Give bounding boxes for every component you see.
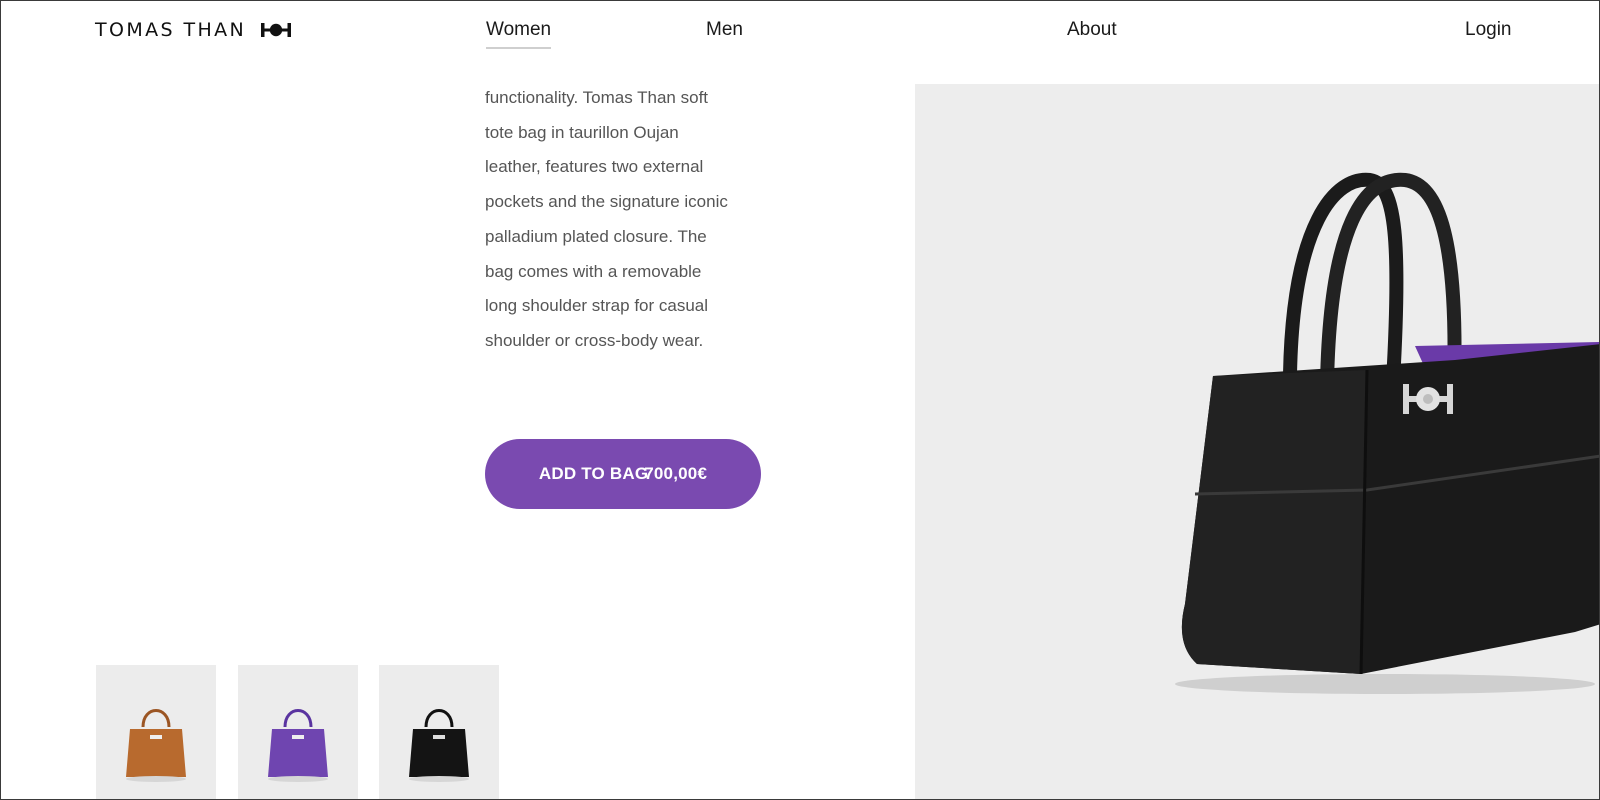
product-price: 700,00€ xyxy=(644,464,708,483)
description-line: bag comes with a removable xyxy=(485,261,702,281)
brand-name: TOMAS THAN xyxy=(95,19,247,41)
purple-tote-bag-thumbnail xyxy=(268,709,328,782)
description-line: shoulder or cross-body wear. xyxy=(485,330,704,350)
description-line: functionality. Tomas Than soft xyxy=(485,88,709,107)
nav-about[interactable]: About xyxy=(1067,19,1117,41)
nav-login[interactable]: Login xyxy=(1465,19,1512,41)
add-to-bag-label: ADD TO BAG xyxy=(538,464,649,483)
description-line: long shoulder strap for casual xyxy=(485,296,709,316)
description-line: tote bag in taurillon Oujan xyxy=(485,122,679,142)
description-line: palladium plated closure. The xyxy=(485,226,707,246)
product-description: functionality. Tomas Than soft tote bag … xyxy=(485,81,785,359)
tomas-than-monogram-icon xyxy=(261,23,292,37)
nav-men[interactable]: Men xyxy=(706,19,743,41)
brand-logo[interactable]: TOMAS THAN xyxy=(95,19,292,41)
product-image-panel xyxy=(915,84,1599,799)
thumbnail-black[interactable] xyxy=(379,665,499,799)
black-tote-bag-image xyxy=(1175,172,1599,694)
thumbnail-tan[interactable] xyxy=(96,665,216,799)
site-header: TOMAS THAN Women Men About Login xyxy=(1,1,1599,61)
thumbnail-purple[interactable] xyxy=(238,665,358,799)
nav-women[interactable]: Women xyxy=(486,19,552,49)
black-tote-bag-thumbnail xyxy=(409,709,469,782)
description-line: leather, features two external xyxy=(485,157,704,177)
description-line: pockets and the signature iconic xyxy=(485,192,728,212)
tan-tote-bag-thumbnail xyxy=(126,709,186,782)
add-to-bag-button[interactable]: ADD TO BAG 700,00€ xyxy=(485,439,761,509)
page-frame: TOMAS THAN Women Men About Login functio… xyxy=(0,0,1600,800)
